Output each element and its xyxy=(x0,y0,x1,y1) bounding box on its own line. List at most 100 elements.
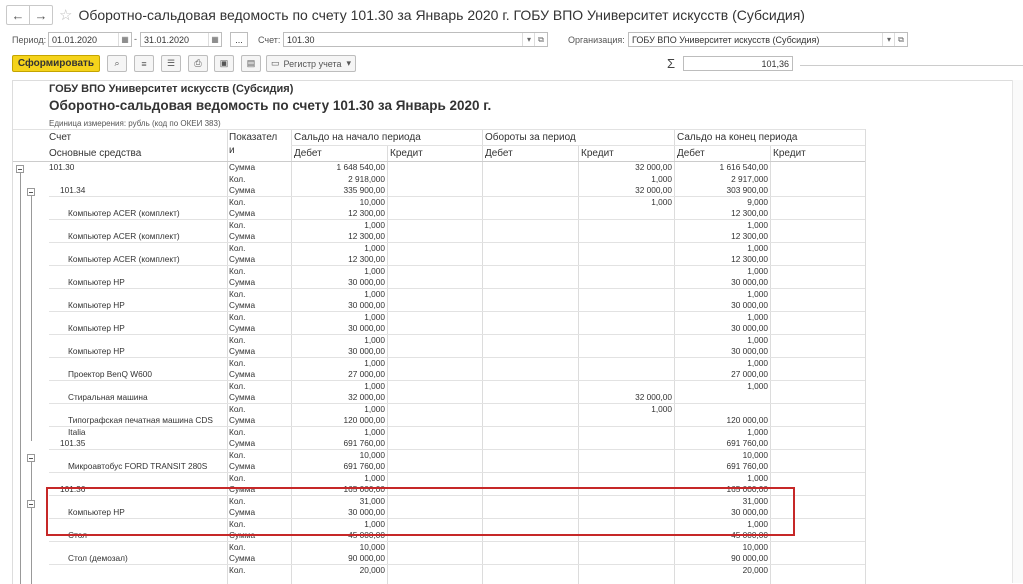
amount-cell xyxy=(484,277,576,289)
search-button[interactable]: ⌕ xyxy=(107,55,127,72)
amount-cell xyxy=(484,553,576,565)
date-from-field[interactable]: 01.01.2020 ▦ xyxy=(48,32,132,47)
account-cell xyxy=(49,289,225,301)
amount-cell xyxy=(389,427,480,439)
amount-cell xyxy=(772,185,863,197)
amount-cell xyxy=(580,369,672,381)
sum-value: 101,36 xyxy=(761,59,789,69)
amount-cell: 691 760,00 xyxy=(726,461,768,471)
amount-cell: 32 000,00 xyxy=(348,392,385,402)
amount-cell xyxy=(389,346,480,358)
grid-line xyxy=(291,145,865,146)
amount-cell: 1,000 xyxy=(747,311,768,322)
amount-cell xyxy=(580,565,672,577)
back-button[interactable]: ← xyxy=(7,6,29,24)
organization-field[interactable]: ГОБУ ВПО Университет искусств (Субсидия)… xyxy=(628,32,908,47)
title-bar: ← → ☆ Оборотно-сальдовая ведомость по сч… xyxy=(0,0,1023,30)
indicator-cell: Кол. xyxy=(229,311,246,322)
amount-cell: 1,000 xyxy=(651,173,672,184)
amount-cell: 12 300,00 xyxy=(731,231,768,241)
account-field[interactable]: 101.30 ▾ ⧉ xyxy=(283,32,548,47)
amount-cell xyxy=(772,346,863,358)
amount-cell: 20,000 xyxy=(742,564,768,575)
calendar-icon[interactable]: ▦ xyxy=(118,33,131,46)
amount-cell xyxy=(389,415,480,427)
preview-button[interactable]: ▣ xyxy=(214,55,234,72)
register-label: Регистр учета xyxy=(283,58,342,69)
arrow-left-icon: ← xyxy=(11,7,25,23)
date-to-field[interactable]: 31.01.2020 ▦ xyxy=(140,32,222,47)
amount-cell xyxy=(772,404,863,416)
open-link-icon[interactable]: ⧉ xyxy=(534,33,547,46)
account-cell: 101.34 xyxy=(60,185,86,195)
organization-value: ГОБУ ВПО Университет искусств (Субсидия) xyxy=(632,35,820,45)
indicator-cell: Сумма xyxy=(229,185,256,195)
period-choose-button[interactable]: ... xyxy=(230,32,248,47)
indicator-cell: Кол. xyxy=(229,426,246,437)
indicator-cell: Кол. xyxy=(229,265,246,276)
amount-cell: 1,000 xyxy=(747,219,768,230)
amount-cell: 1,000 xyxy=(747,426,768,437)
amount-cell xyxy=(484,473,576,485)
amount-cell xyxy=(772,565,863,577)
print-button[interactable]: ⎙ xyxy=(188,55,208,72)
settings-button[interactable]: ≡ xyxy=(134,55,154,72)
amount-cell: 691 760,00 xyxy=(343,438,385,448)
account-cell xyxy=(49,174,225,186)
amount-cell xyxy=(484,243,576,255)
amount-cell: 30 000,00 xyxy=(731,300,768,310)
header-turnover-credit: Кредит xyxy=(581,148,614,159)
forward-button[interactable]: → xyxy=(29,6,52,24)
amount-cell: 303 900,00 xyxy=(726,185,768,195)
amount-cell xyxy=(484,162,576,174)
amount-cell xyxy=(772,358,863,370)
amount-cell xyxy=(484,312,576,324)
amount-cell xyxy=(676,392,768,404)
indicator-cell: Сумма xyxy=(229,438,256,448)
save-button[interactable]: ▤ xyxy=(241,55,261,72)
indicator-cell: Кол. xyxy=(229,173,246,184)
amount-cell: 1,000 xyxy=(747,472,768,483)
indicator-cell: Сумма xyxy=(229,415,256,425)
amount-cell: 10,000 xyxy=(359,196,385,207)
indicator-cell: Сумма xyxy=(229,208,256,218)
amount-cell xyxy=(772,254,863,266)
indicator-cell: Кол. xyxy=(229,288,246,299)
filter-button[interactable]: ☰ xyxy=(161,55,181,72)
register-button[interactable]: ▭ Регистр учета ▾ xyxy=(266,55,356,72)
amount-cell xyxy=(389,473,480,485)
collapse-toggle[interactable] xyxy=(27,188,35,196)
indicator-cell: Сумма xyxy=(229,369,256,379)
amount-cell: 2 917,000 xyxy=(731,173,768,184)
account-cell xyxy=(49,358,225,370)
amount-cell xyxy=(580,473,672,485)
report-area[interactable]: ГОБУ ВПО Университет искусств (Субсидия)… xyxy=(12,80,1023,584)
amount-cell: 30 000,00 xyxy=(348,323,385,333)
collapse-toggle[interactable] xyxy=(27,454,35,462)
amount-cell xyxy=(484,185,576,197)
amount-cell: 1,000 xyxy=(364,426,385,437)
generate-button[interactable]: Сформировать xyxy=(12,55,100,72)
amount-cell xyxy=(580,415,672,427)
vertical-scrollbar[interactable] xyxy=(1012,80,1023,583)
amount-cell xyxy=(389,404,480,416)
amount-cell xyxy=(389,174,480,186)
favorite-star-icon[interactable]: ☆ xyxy=(59,6,72,24)
amount-cell xyxy=(389,266,480,278)
collapse-toggle[interactable] xyxy=(16,165,24,173)
open-link-icon[interactable]: ⧉ xyxy=(894,33,907,46)
amount-cell xyxy=(484,392,576,404)
amount-cell: 20,000 xyxy=(359,564,385,575)
amount-cell xyxy=(484,565,576,577)
calendar-icon[interactable]: ▦ xyxy=(208,33,221,46)
amount-cell xyxy=(484,289,576,301)
collapse-toggle[interactable] xyxy=(27,500,35,508)
indicator-cell: Сумма xyxy=(229,300,256,310)
amount-cell: 90 000,00 xyxy=(731,553,768,563)
amount-cell xyxy=(389,162,480,174)
generate-label: Сформировать xyxy=(17,58,95,69)
indicator-cell: Сумма xyxy=(229,254,256,264)
amount-cell xyxy=(772,438,863,450)
account-cell: 101.35 xyxy=(60,438,86,448)
organization-label: Организация: xyxy=(568,35,625,45)
